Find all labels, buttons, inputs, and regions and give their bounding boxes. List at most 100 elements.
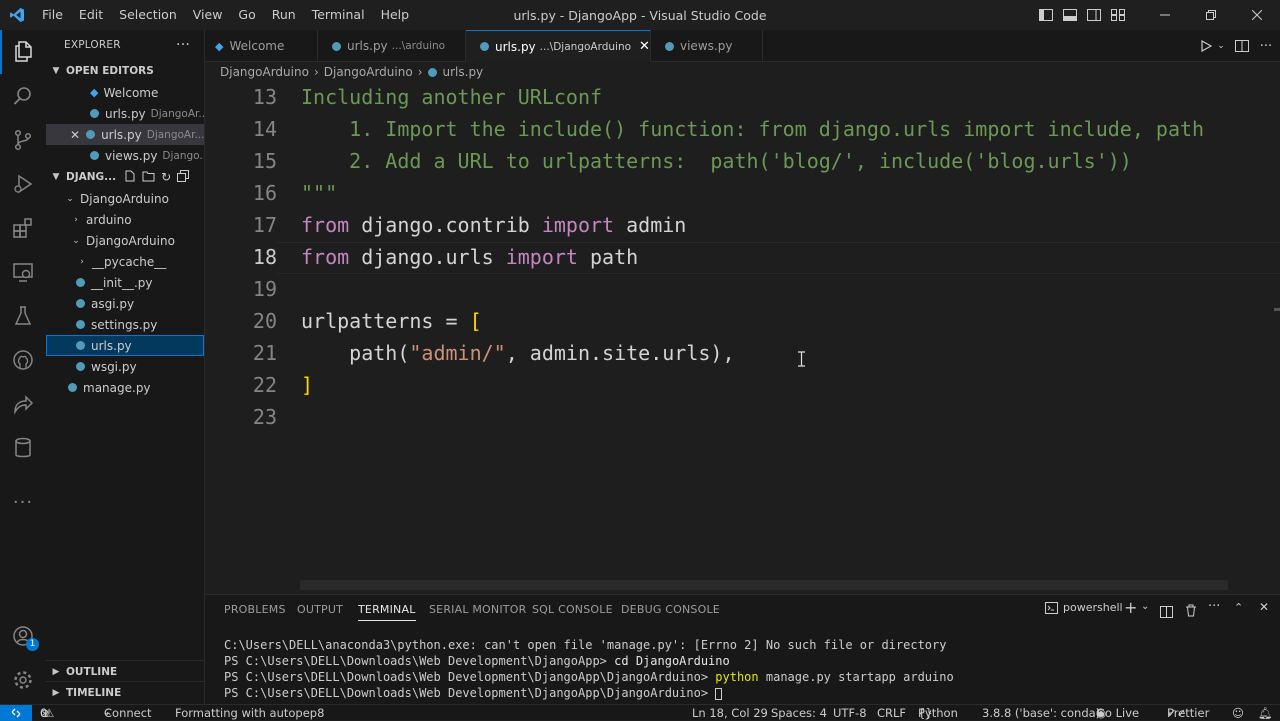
tab-problems[interactable]: PROBLEMS: [224, 603, 286, 616]
tree-folder-pycache[interactable]: › __pycache__: [46, 251, 204, 272]
tab-terminal[interactable]: TERMINAL: [358, 603, 416, 621]
collapse-all-icon[interactable]: [177, 169, 190, 185]
menu-edit[interactable]: Edit: [71, 0, 111, 30]
run-python-file-icon[interactable]: [1195, 30, 1217, 62]
toggle-primary-sidebar-icon[interactable]: [1034, 0, 1058, 30]
split-editor-icon[interactable]: [1231, 30, 1253, 62]
minimize-icon[interactable]: [1142, 0, 1188, 30]
line-number: 15: [252, 149, 277, 173]
menu-help[interactable]: Help: [373, 0, 418, 30]
terminal-shell-selector[interactable]: powershell: [1045, 601, 1123, 614]
tree-folder-djangoarduino-root[interactable]: ⌄ DjangoArduino: [46, 188, 204, 209]
eol-status[interactable]: CRLF: [877, 705, 906, 721]
code-line: urlpatterns = [: [301, 309, 482, 333]
menu-go[interactable]: Go: [230, 0, 263, 30]
tab-welcome[interactable]: ◆ Welcome: [205, 30, 318, 62]
remote-indicator-icon[interactable]: [0, 705, 32, 721]
editor-more-icon[interactable]: ···: [1255, 30, 1277, 62]
cursor-position[interactable]: Ln 18, Col 29: [692, 705, 768, 721]
tab-debug-console[interactable]: DEBUG CONSOLE: [621, 603, 720, 616]
chevron-right-icon: ›: [74, 214, 78, 225]
kill-terminal-icon[interactable]: [1185, 602, 1197, 621]
tab-urls-djangoarduino[interactable]: urls.py ...\DjangoArduino ✕: [466, 30, 651, 62]
tab-urls-arduino[interactable]: urls.py ...\arduino: [318, 30, 466, 62]
tree-folder-arduino[interactable]: › arduino: [46, 209, 204, 230]
tree-file-settings[interactable]: settings.py: [46, 314, 204, 335]
tab-sql-console[interactable]: SQL CONSOLE: [532, 603, 613, 616]
tree-file-manage[interactable]: manage.py: [46, 377, 204, 398]
tab-serial-monitor[interactable]: SERIAL MONITOR: [429, 603, 526, 616]
tree-folder-djangoarduino[interactable]: ⌄ DjangoArduino: [46, 230, 204, 251]
workspace-header[interactable]: ▼ DJANG... ↻: [46, 166, 204, 188]
new-file-icon[interactable]: [124, 170, 136, 185]
source-control-icon[interactable]: [0, 118, 46, 162]
split-terminal-icon[interactable]: [1160, 603, 1173, 622]
new-folder-icon[interactable]: [142, 170, 155, 185]
github-icon[interactable]: [0, 338, 46, 382]
terminal-line[interactable]: PS C:\Users\DELL\Downloads\Web Developme…: [224, 685, 723, 701]
toggle-secondary-sidebar-icon[interactable]: [1082, 0, 1106, 30]
menu-selection[interactable]: Selection: [111, 0, 185, 30]
extensions-icon[interactable]: [0, 206, 46, 250]
encoding-status[interactable]: UTF-8: [833, 705, 867, 721]
close-tab-icon[interactable]: ✕: [639, 39, 650, 54]
code-editor[interactable]: 13 14 15 16 17 18 19 20 21 22 23 Includi…: [205, 82, 1280, 592]
python-interpreter[interactable]: 3.8.8 ('base': conda): [982, 705, 1100, 721]
open-editor-urls-djangoarduino[interactable]: ✕ urls.py DjangoAr...: [46, 124, 204, 145]
menu-run[interactable]: Run: [264, 0, 304, 30]
new-terminal-icon[interactable]: +: [1124, 598, 1137, 617]
files-icon[interactable]: [0, 30, 46, 74]
line-number: 20: [252, 309, 277, 333]
chevron-right-icon: ▶: [52, 666, 60, 677]
toggle-panel-icon[interactable]: [1058, 0, 1082, 30]
code-line: ]: [301, 373, 314, 397]
timeline-header[interactable]: ▶ TIMELINE: [46, 681, 204, 703]
open-editor-views[interactable]: views.py Django...: [46, 145, 204, 166]
chevron-down-icon: ⌄: [66, 193, 74, 204]
customize-layout-icon[interactable]: [1106, 0, 1130, 30]
run-dropdown-icon[interactable]: ⌄: [1215, 30, 1227, 62]
indentation-status[interactable]: Spaces: 4: [771, 705, 827, 721]
breadcrumb-item[interactable]: DjangoArduino: [324, 65, 413, 79]
refresh-icon[interactable]: ↻: [161, 170, 171, 184]
live-share-icon[interactable]: [0, 382, 46, 426]
open-editor-urls-arduino[interactable]: urls.py DjangoAr...: [46, 103, 204, 124]
tree-file-urls[interactable]: urls.py: [46, 335, 204, 356]
feedback-icon[interactable]: ☺: [1232, 705, 1244, 721]
more-icon[interactable]: ···: [0, 480, 46, 524]
close-editor-icon[interactable]: ✕: [70, 128, 80, 142]
horizontal-scrollbar[interactable]: [300, 580, 1228, 590]
tree-file-init[interactable]: __init__.py: [46, 272, 204, 293]
menu-view[interactable]: View: [185, 0, 231, 30]
remote-explorer-icon[interactable]: [0, 250, 46, 294]
code-line: 2. Add a URL to urlpatterns: path('blog/…: [301, 149, 1132, 173]
restore-icon[interactable]: [1188, 0, 1234, 30]
database-icon[interactable]: [0, 426, 46, 470]
close-window-icon[interactable]: [1234, 0, 1280, 30]
testing-icon[interactable]: [0, 294, 46, 338]
maximize-panel-icon[interactable]: ⌃: [1234, 601, 1243, 614]
close-panel-icon[interactable]: ✕: [1259, 600, 1269, 614]
outline-header[interactable]: ▶ OUTLINE: [46, 660, 204, 682]
title-bar: File Edit Selection View Go Run Terminal…: [0, 0, 1280, 30]
tree-file-asgi[interactable]: asgi.py: [46, 293, 204, 314]
menu-terminal[interactable]: Terminal: [304, 0, 373, 30]
search-icon[interactable]: [0, 74, 46, 118]
breadcrumb-item[interactable]: urls.py: [443, 65, 484, 79]
manage-gear-icon[interactable]: [0, 658, 46, 702]
panel-more-icon[interactable]: ···: [1208, 599, 1220, 614]
python-file-icon: [76, 278, 85, 287]
tree-file-wsgi[interactable]: wsgi.py: [46, 356, 204, 377]
breadcrumb-item[interactable]: DjangoArduino: [220, 65, 309, 79]
tab-output[interactable]: OUTPUT: [297, 603, 343, 616]
accounts-icon[interactable]: 1: [0, 614, 46, 658]
menu-file[interactable]: File: [34, 0, 71, 30]
explorer-more-icon[interactable]: ···: [176, 37, 190, 53]
open-editor-welcome[interactable]: ◆ Welcome: [46, 82, 204, 103]
tab-views[interactable]: views.py: [651, 30, 763, 62]
open-editors-header[interactable]: ▼ OPEN EDITORS: [46, 60, 204, 82]
python-file-icon: [480, 42, 489, 51]
terminal-dropdown-icon[interactable]: ⌄: [1141, 601, 1149, 612]
notifications-bell-icon[interactable]: 🔔︎: [1258, 705, 1273, 721]
run-debug-icon[interactable]: [0, 162, 46, 206]
